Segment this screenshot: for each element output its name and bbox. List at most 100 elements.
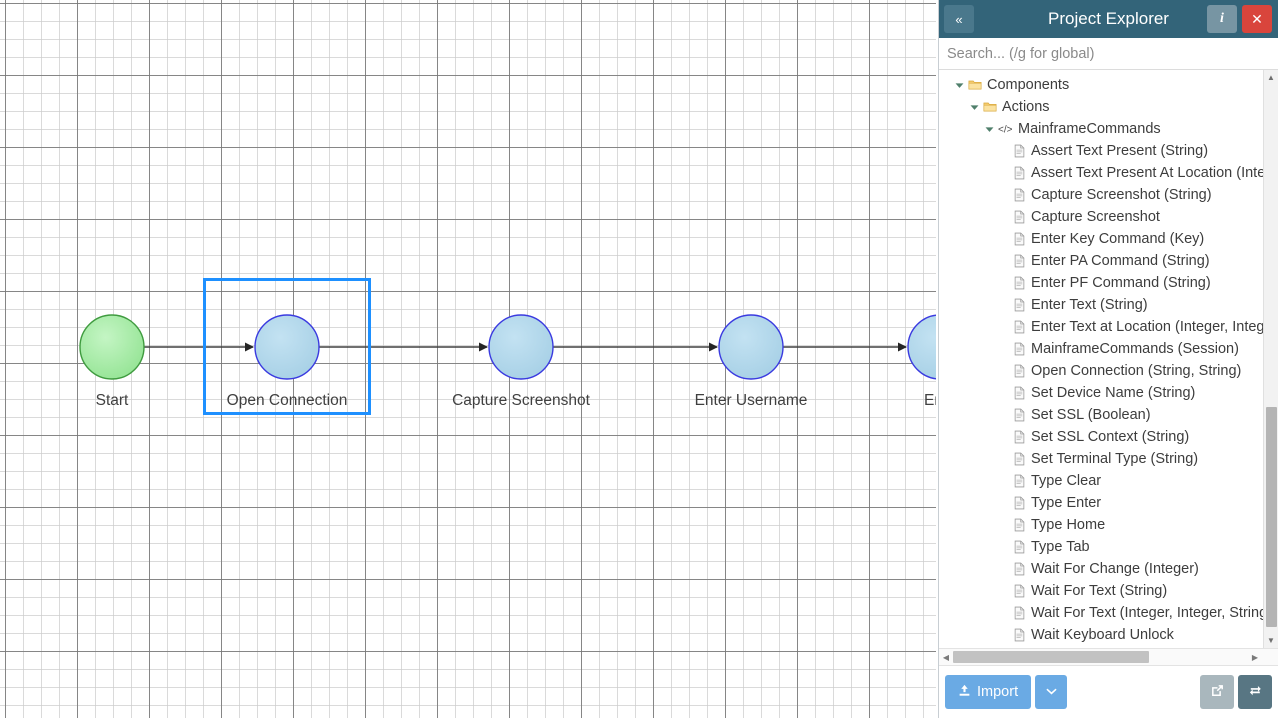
file-icon	[1013, 342, 1026, 356]
file-icon	[1013, 144, 1026, 158]
upload-icon	[958, 684, 971, 701]
file-icon	[1013, 386, 1026, 400]
tree-item[interactable]: Assert Text Present (String)	[939, 140, 1264, 162]
tree-item-label: Wait For Change (Integer)	[1031, 561, 1199, 577]
tree-item[interactable]: Set Terminal Type (String)	[939, 448, 1264, 470]
caret-spacer	[998, 299, 1011, 312]
flow-node-label: Enter Username	[694, 392, 808, 409]
tree-item[interactable]: </> MainframeCommands	[939, 118, 1264, 140]
file-icon	[1013, 408, 1026, 422]
horizontal-scrollbar-thumb[interactable]	[953, 651, 1149, 663]
search-input[interactable]	[939, 38, 1278, 69]
flow-node[interactable]	[718, 314, 784, 380]
tree-item[interactable]: Set SSL Context (String)	[939, 426, 1264, 448]
tree-item-label: Enter Key Command (Key)	[1031, 231, 1205, 247]
open-external-button[interactable]	[1200, 675, 1234, 709]
file-icon	[1013, 518, 1026, 532]
tree-item[interactable]: Enter Text (String)	[939, 294, 1264, 316]
tree-item[interactable]: Capture Screenshot	[939, 206, 1264, 228]
tree-item[interactable]: MainframeCommands (Session)	[939, 338, 1264, 360]
file-icon	[1013, 452, 1026, 466]
tree-item[interactable]: Assert Text Present At Location (Integer…	[939, 162, 1264, 184]
tree-item[interactable]: Enter PF Command (String)	[939, 272, 1264, 294]
tree-item[interactable]: Wait For Text (String)	[939, 580, 1264, 602]
tree-item[interactable]: Capture Screenshot (String)	[939, 184, 1264, 206]
caret-spacer	[998, 233, 1011, 246]
tree-item[interactable]: Actions	[939, 96, 1264, 118]
scroll-left-arrow-icon[interactable]: ◀	[939, 653, 953, 662]
tree-item[interactable]: Enter Key Command (Key)	[939, 228, 1264, 250]
tree-item[interactable]: Enter Text at Location (Integer, Integer…	[939, 316, 1264, 338]
caret-spacer	[998, 519, 1011, 532]
tree-item[interactable]: Wait Keyboard Unlock	[939, 624, 1264, 646]
component-tree[interactable]: Components Actions </> MainframeCommands Ass…	[939, 74, 1264, 648]
file-icon	[1013, 232, 1026, 246]
caret-down-icon[interactable]	[968, 101, 981, 114]
tree-item[interactable]: Wait For Text (Integer, Integer, String)	[939, 602, 1264, 624]
tree-item-label: Type Home	[1031, 517, 1106, 533]
close-button[interactable]: ✕	[1242, 5, 1272, 33]
scroll-up-arrow-icon[interactable]: ▲	[1264, 70, 1278, 85]
tree-item[interactable]: Type Home	[939, 514, 1264, 536]
flow-connections	[79, 314, 936, 380]
tree-item[interactable]: Type Tab	[939, 536, 1264, 558]
folder-icon	[983, 100, 997, 114]
flow-node[interactable]	[907, 314, 936, 380]
caret-spacer	[998, 475, 1011, 488]
folder-icon	[968, 78, 982, 92]
caret-spacer	[998, 343, 1011, 356]
caret-spacer	[998, 321, 1011, 334]
tree-item[interactable]: Enter PA Command (String)	[939, 250, 1264, 272]
file-icon	[1013, 606, 1026, 620]
tree-item[interactable]: Set SSL (Boolean)	[939, 404, 1264, 426]
caret-down-icon[interactable]	[983, 123, 996, 136]
import-options-button[interactable]	[1035, 675, 1068, 709]
caret-spacer	[998, 585, 1011, 598]
chevron-down-icon	[1045, 686, 1057, 698]
panel-footer: Import	[939, 666, 1278, 718]
caret-spacer	[998, 563, 1011, 576]
collapse-panel-button[interactable]: «	[944, 5, 974, 33]
caret-spacer	[998, 431, 1011, 444]
tree-item-label: Enter Text (String)	[1031, 297, 1148, 313]
info-button[interactable]: i	[1207, 5, 1237, 33]
caret-spacer	[998, 189, 1011, 202]
project-explorer-panel: « Project Explorer i ✕ Components Actions…	[938, 0, 1278, 718]
tree-item[interactable]: Type Clear	[939, 470, 1264, 492]
tree-item-label: Set SSL (Boolean)	[1031, 407, 1151, 423]
vertical-scrollbar-thumb[interactable]	[1266, 407, 1277, 627]
flow-node[interactable]	[79, 314, 145, 380]
file-icon	[1013, 320, 1026, 334]
application-window: Start Open Connection Capture Screenshot En…	[0, 0, 1278, 718]
tree-vertical-scrollbar[interactable]: ▲ ▼	[1263, 70, 1278, 648]
tree-item-label: Wait For Text (Integer, Integer, String)	[1031, 605, 1264, 621]
search-row	[939, 38, 1278, 70]
component-tree-container[interactable]: Components Actions </> MainframeCommands Ass…	[939, 70, 1278, 648]
flow-node[interactable]	[488, 314, 554, 380]
caret-down-icon[interactable]	[953, 79, 966, 92]
flow-node-label: Open Connection	[226, 392, 348, 409]
tree-item[interactable]: Wait For Change (Integer)	[939, 558, 1264, 580]
file-icon	[1013, 628, 1026, 642]
tree-item[interactable]: Open Connection (String, String)	[939, 360, 1264, 382]
tree-item-label: Capture Screenshot (String)	[1031, 187, 1212, 203]
refresh-button[interactable]	[1238, 675, 1272, 709]
import-button-label: Import	[977, 684, 1019, 700]
tree-item[interactable]: Type Enter	[939, 492, 1264, 514]
flow-node-label: Ente	[924, 392, 936, 409]
scroll-down-arrow-icon[interactable]: ▼	[1264, 633, 1278, 648]
tree-item-label: MainframeCommands	[1018, 121, 1161, 137]
tree-item-label: Actions	[1002, 99, 1050, 115]
tree-item[interactable]: Components	[939, 74, 1264, 96]
flow-diagram-canvas[interactable]: Start Open Connection Capture Screenshot En…	[0, 0, 936, 718]
sync-icon	[1248, 683, 1263, 702]
tree-item[interactable]: Set Device Name (String)	[939, 382, 1264, 404]
caret-spacer	[998, 365, 1011, 378]
scroll-right-arrow-icon[interactable]: ▶	[1248, 653, 1262, 662]
import-button[interactable]: Import	[945, 675, 1032, 709]
tree-horizontal-scrollbar[interactable]: ◀ ▶	[939, 648, 1278, 666]
tree-item-label: Enter PA Command (String)	[1031, 253, 1210, 269]
tree-item-label: Type Clear	[1031, 473, 1102, 489]
caret-spacer	[998, 409, 1011, 422]
tree-item-label: Components	[987, 77, 1070, 93]
